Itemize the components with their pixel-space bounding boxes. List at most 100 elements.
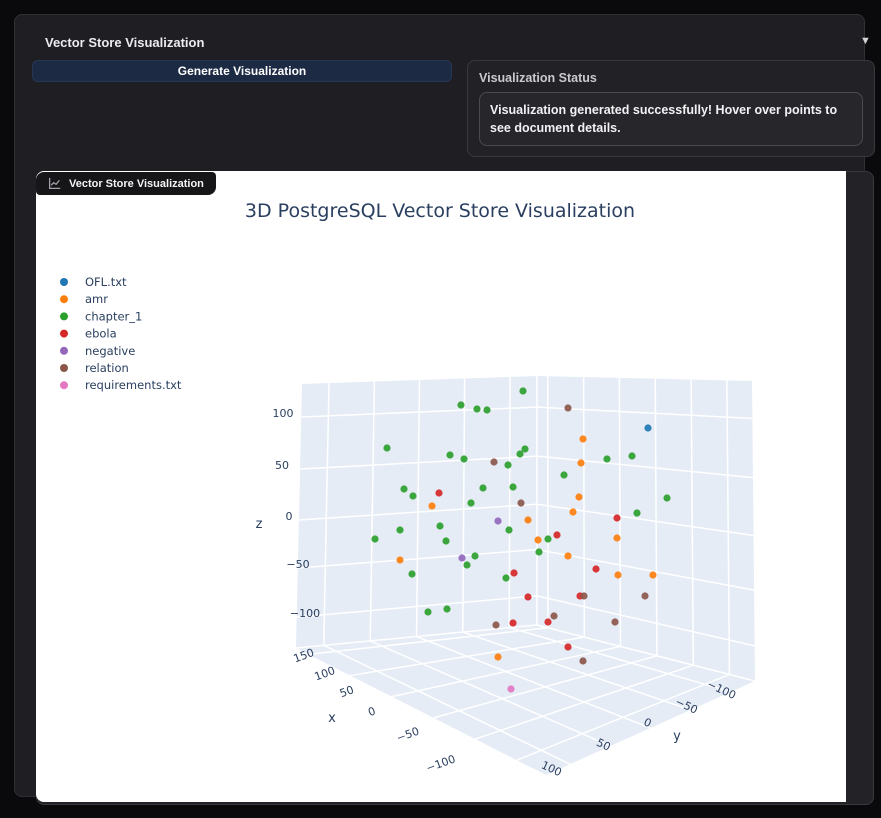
scatter-point[interactable]: [553, 531, 561, 539]
scatter-point[interactable]: [641, 592, 649, 600]
legend-item-negative[interactable]: negative: [60, 344, 135, 358]
scatter-point[interactable]: [613, 534, 621, 542]
scatter-point[interactable]: [564, 552, 572, 560]
scatter-point[interactable]: [483, 406, 491, 414]
scatter-point[interactable]: [507, 685, 515, 693]
scatter-point[interactable]: [649, 571, 657, 579]
scatter-point[interactable]: [524, 516, 532, 524]
legend-marker: [60, 346, 68, 355]
scatter-point[interactable]: [479, 484, 487, 492]
scatter-point[interactable]: [535, 548, 543, 556]
scatter-point[interactable]: [521, 445, 529, 453]
scatter-point[interactable]: [408, 570, 416, 578]
scatter-point[interactable]: [579, 657, 587, 665]
scatter-point[interactable]: [614, 571, 622, 579]
scatter-point[interactable]: [436, 522, 444, 530]
scatter-point[interactable]: [569, 508, 577, 516]
series-OFL.txt: [644, 424, 652, 432]
legend-item-ebola[interactable]: ebola: [60, 327, 117, 341]
legend-marker: [60, 364, 68, 372]
scatter-point[interactable]: [564, 404, 572, 412]
scatter-point[interactable]: [544, 535, 552, 543]
scatter-point[interactable]: [460, 455, 468, 463]
scatter-point[interactable]: [644, 424, 652, 432]
scatter-point[interactable]: [580, 592, 588, 600]
scatter-point[interactable]: [424, 608, 432, 616]
scatter-point[interactable]: [458, 554, 466, 562]
scatter-point[interactable]: [435, 489, 443, 497]
status-group: Visualization Status Visualization gener…: [467, 60, 875, 157]
scatter-point[interactable]: [505, 526, 513, 534]
scatter-point[interactable]: [409, 492, 417, 500]
x-tick-label: 150: [292, 646, 316, 665]
scatter-point[interactable]: [502, 574, 510, 582]
legend-item-OFL.txt[interactable]: OFL.txt: [60, 275, 127, 289]
legend-item-relation[interactable]: relation: [60, 361, 129, 375]
scatter-point[interactable]: [463, 561, 471, 569]
x-tick-label: −100: [424, 752, 457, 775]
scatter-point[interactable]: [400, 485, 408, 493]
scatter-point[interactable]: [524, 593, 532, 601]
legend-item-chapter_1[interactable]: chapter_1: [60, 309, 142, 323]
legend-marker: [60, 278, 68, 286]
scatter-point[interactable]: [383, 444, 391, 452]
scatter-point[interactable]: [471, 552, 479, 560]
scatter-point[interactable]: [613, 514, 621, 522]
scatter-point[interactable]: [446, 451, 454, 459]
scatter-point[interactable]: [504, 461, 512, 469]
legend-label: amr: [85, 292, 108, 306]
collapse-caret-icon[interactable]: ▼: [860, 35, 871, 47]
legend-label: relation: [85, 361, 129, 375]
scatter-point[interactable]: [575, 493, 583, 501]
legend-marker: [60, 329, 68, 338]
plot-3d-scatter[interactable]: 3D PostgreSQL Vector Store Visualization…: [36, 171, 846, 802]
scatter-point[interactable]: [544, 618, 552, 626]
x-axis-title: x: [328, 711, 336, 726]
scatter-point[interactable]: [577, 459, 585, 467]
x-tick-label: 100: [313, 664, 337, 683]
generate-visualization-button[interactable]: Generate Visualization: [32, 60, 452, 82]
x-tick-label: 50: [338, 683, 356, 700]
legend-label: requirements.txt: [85, 378, 182, 392]
accordion-vector-store: Vector Store Visualization ▼ Generate Vi…: [14, 14, 875, 805]
scatter-point[interactable]: [492, 621, 500, 629]
legend-marker: [60, 381, 68, 390]
scatter-point[interactable]: [519, 387, 527, 395]
scatter-point[interactable]: [592, 565, 600, 573]
scatter-point[interactable]: [628, 452, 636, 460]
scatter-point[interactable]: [442, 537, 450, 545]
scatter-point[interactable]: [550, 612, 558, 620]
scatter-point[interactable]: [633, 509, 641, 517]
scatter-point[interactable]: [603, 455, 611, 463]
legend-item-requirements.txt[interactable]: requirements.txt: [60, 378, 182, 392]
scatter-point[interactable]: [564, 643, 572, 651]
scatter-point[interactable]: [509, 483, 517, 491]
app: Vector Store Visualization ▼ Generate Vi…: [0, 0, 881, 818]
scatter-point[interactable]: [509, 619, 517, 627]
scatter-point[interactable]: [490, 458, 498, 466]
scatter-point[interactable]: [494, 653, 502, 661]
status-textbox[interactable]: Visualization generated successfully! Ho…: [479, 92, 863, 146]
scatter-point[interactable]: [517, 499, 525, 507]
scatter-point[interactable]: [443, 605, 451, 613]
scatter-point[interactable]: [510, 569, 518, 577]
scatter-point[interactable]: [428, 502, 436, 510]
y-axis-title: y: [673, 729, 681, 744]
scatter-point[interactable]: [473, 405, 481, 413]
scatter-point[interactable]: [663, 494, 671, 502]
scatter-point[interactable]: [579, 435, 587, 443]
scatter-point[interactable]: [467, 499, 475, 507]
x-tick-label: 0: [366, 704, 377, 719]
scatter-point[interactable]: [371, 535, 379, 543]
legend-marker: [60, 295, 68, 304]
scatter-point[interactable]: [396, 526, 404, 534]
legend-label: chapter_1: [85, 309, 142, 323]
scatter-point[interactable]: [494, 517, 502, 525]
scatter-point[interactable]: [534, 536, 542, 544]
legend-item-amr[interactable]: amr: [60, 292, 108, 306]
scatter-point[interactable]: [611, 618, 619, 626]
legend: OFL.txt amr chapter_1ebola negative relation…: [60, 275, 182, 392]
scatter-point[interactable]: [560, 471, 568, 479]
scatter-point[interactable]: [396, 556, 404, 564]
scatter-point[interactable]: [457, 401, 465, 409]
